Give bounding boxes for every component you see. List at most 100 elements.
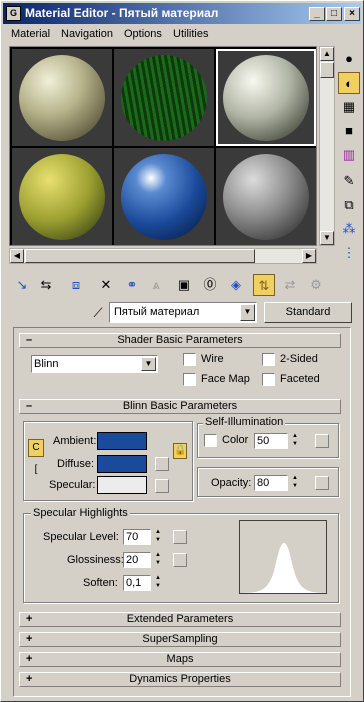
chevron-down-icon[interactable]: ▼: [141, 357, 156, 371]
maps-rollout-header[interactable]: + Maps: [19, 652, 341, 667]
self-illum-color-checkbox[interactable]: [204, 434, 217, 447]
face-map-checkbox[interactable]: [183, 373, 196, 386]
show-map-in-viewport-icon[interactable]: ⓪: [199, 274, 221, 296]
sample-slot-2[interactable]: [114, 49, 214, 146]
spinner-icon[interactable]: ▲ ▼: [153, 574, 163, 592]
soften-field[interactable]: 0,1: [123, 575, 151, 591]
select-by-material-icon[interactable]: ⁂: [338, 218, 360, 240]
reset-map-icon[interactable]: ✕: [95, 274, 117, 296]
put-to-library-icon[interactable]: ⩓: [145, 274, 167, 296]
two-sided-checkbox[interactable]: [262, 353, 275, 366]
go-to-parent-icon[interactable]: ⇅: [253, 274, 275, 296]
scroll-right-icon[interactable]: ▶: [302, 249, 316, 263]
assign-to-selection-icon[interactable]: ⧈: [65, 274, 87, 296]
spinner-icon[interactable]: ▲ ▼: [290, 474, 300, 492]
menu-material[interactable]: Material: [11, 28, 50, 40]
material-type-button[interactable]: Standard: [264, 302, 352, 323]
supersampling-rollout-header[interactable]: + SuperSampling: [19, 632, 341, 647]
specular-level-field[interactable]: 70: [123, 529, 151, 545]
faceted-checkbox[interactable]: [262, 373, 275, 386]
scroll-down-icon[interactable]: ▼: [320, 231, 334, 245]
app-icon: G: [6, 6, 21, 21]
face-map-label: Face Map: [201, 373, 250, 385]
minimize-button[interactable]: _: [309, 7, 325, 21]
wire-checkbox[interactable]: [183, 353, 196, 366]
rollout-expand-icon: +: [26, 613, 33, 625]
menu-navigation[interactable]: Navigation: [61, 28, 113, 40]
scroll-thumb[interactable]: [25, 249, 255, 263]
pick-material-from-object-icon[interactable]: ⟋: [87, 302, 109, 324]
spinner-icon[interactable]: ▲ ▼: [290, 432, 300, 450]
get-material-icon[interactable]: ↘: [11, 274, 33, 296]
ambient-color-swatch[interactable]: [97, 432, 147, 450]
material-effects-channel-icon[interactable]: ▣: [173, 274, 195, 296]
lock-ambient-icon[interactable]: C: [28, 439, 44, 457]
opacity-value-field[interactable]: 80: [254, 475, 288, 491]
specular-label: Specular:: [49, 479, 96, 491]
lock-diffuse-icon[interactable]: [: [28, 463, 44, 493]
options-icon[interactable]: ⧉: [338, 194, 360, 216]
diffuse-label: Diffuse:: [57, 458, 95, 470]
slots-horizontal-scrollbar[interactable]: ◀ ▶: [9, 248, 317, 264]
rollout-title: Dynamics Properties: [129, 673, 231, 685]
rollout-collapse-icon: –: [26, 400, 33, 412]
scroll-up-icon[interactable]: ▲: [320, 47, 334, 61]
make-preview-icon[interactable]: ✎: [338, 170, 360, 192]
put-to-scene-icon[interactable]: ⇆: [35, 274, 57, 296]
title-bar[interactable]: G Material Editor - Пятый материал _ □ ×: [3, 3, 361, 24]
dynamics-properties-rollout-header[interactable]: + Dynamics Properties: [19, 672, 341, 687]
backlight-icon[interactable]: ◐: [338, 72, 360, 94]
shader-type-dropdown[interactable]: Blinn ▼: [31, 355, 158, 373]
scroll-thumb[interactable]: [320, 62, 334, 78]
lock-icon[interactable]: 🔒: [173, 443, 187, 459]
slot-sphere: [223, 55, 309, 141]
self-illum-map-button[interactable]: [315, 434, 329, 448]
specular-level-map-button[interactable]: [173, 530, 187, 544]
specular-color-swatch[interactable]: [97, 476, 147, 494]
material-name-field[interactable]: Пятый материал ▼: [109, 302, 257, 323]
glossiness-field[interactable]: 20: [123, 552, 151, 568]
scroll-left-icon[interactable]: ◀: [10, 249, 24, 263]
self-illum-value-field[interactable]: 50: [254, 433, 288, 449]
go-forward-to-sibling-icon[interactable]: ⇄: [279, 274, 301, 296]
shader-type-value: Blinn: [34, 358, 59, 370]
close-button[interactable]: ×: [344, 7, 360, 21]
diffuse-color-swatch[interactable]: [97, 455, 147, 473]
extra-tool-icon[interactable]: ⚙: [305, 274, 327, 296]
rollout-title: SuperSampling: [142, 633, 218, 645]
background-checker-icon[interactable]: ▦: [338, 96, 360, 118]
material-name-value: Пятый материал: [114, 306, 200, 318]
slots-vertical-scrollbar[interactable]: ▲ ▼: [319, 46, 335, 246]
sample-slot-5[interactable]: [114, 148, 214, 245]
sample-type-sphere-icon[interactable]: ●: [338, 48, 360, 70]
extended-parameters-rollout-header[interactable]: + Extended Parameters: [19, 612, 341, 627]
opacity-map-button[interactable]: [315, 476, 329, 490]
rollout-title: Maps: [166, 653, 194, 665]
maximize-button[interactable]: □: [326, 7, 342, 21]
show-end-result-icon[interactable]: ◈: [225, 274, 247, 296]
shader-basic-rollout-header[interactable]: – Shader Basic Parameters: [19, 333, 341, 348]
specular-highlights-title: Specular Highlights: [31, 507, 130, 519]
sample-slot-6[interactable]: [216, 148, 316, 245]
make-unique-icon[interactable]: ⚭: [121, 274, 143, 296]
video-color-check-icon[interactable]: ▥: [338, 144, 360, 166]
menu-utilities[interactable]: Utilities: [173, 28, 208, 40]
sample-slot-4[interactable]: [12, 148, 112, 245]
self-illum-color-label: Color: [222, 434, 249, 446]
sample-uv-tiling-icon[interactable]: ■: [338, 120, 360, 142]
sample-slot-3[interactable]: [216, 49, 316, 146]
chevron-down-icon[interactable]: ▼: [240, 304, 255, 321]
highlight-curve-icon: [240, 543, 326, 593]
specular-map-button[interactable]: [155, 479, 169, 493]
menu-options[interactable]: Options: [124, 28, 162, 40]
sample-slot-1[interactable]: [12, 49, 112, 146]
rollout-collapse-icon: –: [26, 334, 33, 346]
material-editor-window: G Material Editor - Пятый материал _ □ ×…: [0, 0, 364, 702]
diffuse-map-button[interactable]: [155, 457, 169, 471]
material-map-navigator-icon[interactable]: ⋮: [338, 242, 360, 264]
spinner-icon[interactable]: ▲ ▼: [153, 528, 163, 546]
slot-sphere: [121, 55, 207, 141]
glossiness-map-button[interactable]: [173, 553, 187, 567]
blinn-basic-rollout-header[interactable]: – Blinn Basic Parameters: [19, 399, 341, 414]
spinner-icon[interactable]: ▲ ▼: [153, 551, 163, 569]
